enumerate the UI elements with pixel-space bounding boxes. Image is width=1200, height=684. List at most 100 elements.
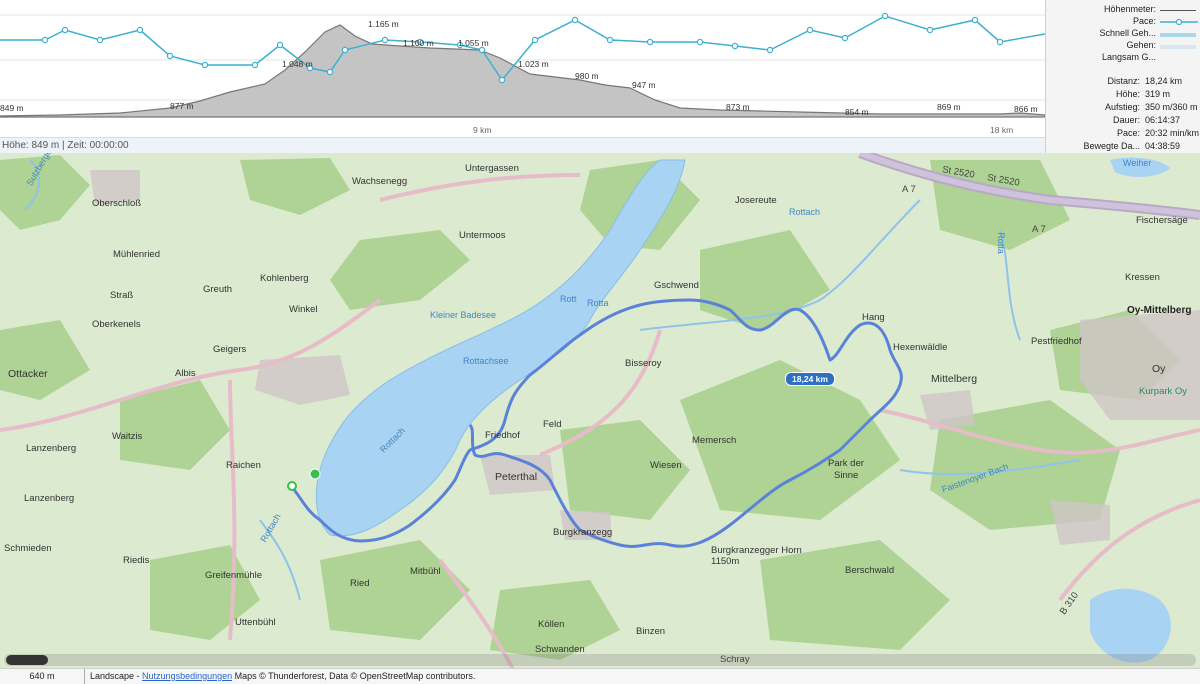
place-label: Greifenmühle xyxy=(205,570,263,581)
fast-walk-swatch xyxy=(1160,33,1196,37)
place-label: Wachsenegg xyxy=(352,176,408,187)
walk-swatch xyxy=(1160,45,1196,49)
water-label: Weiher xyxy=(1123,158,1152,168)
place-label: Gschwend xyxy=(654,280,699,291)
place-label: Kressen xyxy=(1125,272,1160,283)
base-label: 877 m xyxy=(170,101,194,111)
place-label: 1150m xyxy=(711,556,740,567)
start-marker-icon xyxy=(309,468,321,480)
stat-label: Distanz: xyxy=(1107,76,1140,86)
water-label: Rotta xyxy=(587,298,609,308)
peak-label: 980 m xyxy=(575,71,599,81)
peak-label: 1.023 m xyxy=(518,59,549,69)
elevation-profile[interactable]: 1.165 m 1.100 m 1.055 m 1.023 m 980 m 94… xyxy=(0,0,1045,153)
stat-value: 20:32 min/km xyxy=(1145,128,1200,138)
legend-fast-walk[interactable]: Schnell Geh... xyxy=(1046,28,1200,40)
place-label: Kohlenberg xyxy=(260,273,309,284)
stats-panel: Höhenmeter: Pace: Schnell Geh... Gehen: … xyxy=(1045,0,1200,153)
water-label: Rotta xyxy=(995,232,1006,254)
distance-tick: 18 km xyxy=(990,125,1014,135)
legend-label: Pace: xyxy=(1132,16,1156,26)
place-label: Binzen xyxy=(636,626,666,637)
place-label: Riedis xyxy=(123,555,150,566)
place-label: Mittelberg xyxy=(931,373,978,385)
place-label: Mühlenried xyxy=(113,249,160,260)
place-label: Park der xyxy=(828,458,864,469)
base-label: 849 m xyxy=(0,103,24,113)
peak-label: 1.055 m xyxy=(458,38,489,48)
stat-duration: Dauer: 06:14:37 xyxy=(1046,115,1200,127)
water-label: Rottachsee xyxy=(463,356,509,366)
place-label: Straß xyxy=(110,290,134,301)
legend-label: Gehen: xyxy=(1126,40,1156,50)
water-label: Rott xyxy=(560,294,577,304)
stat-value: 04:38:59 xyxy=(1145,141,1181,151)
place-label: Berschwald xyxy=(845,565,895,576)
map-footer: 640 m Landscape - Nutzungsbedingungen Ma… xyxy=(0,668,1200,684)
stat-altitude: Höhe: 319 m xyxy=(1046,89,1200,101)
place-label: Ottacker xyxy=(8,368,48,380)
place-label: Untermoos xyxy=(459,230,506,241)
water-label: Kleiner Badesee xyxy=(430,310,497,320)
place-label: Lanzenberg xyxy=(24,493,75,504)
peak-label: 1.100 m xyxy=(403,38,434,48)
place-label: Fischersäge xyxy=(1136,215,1188,226)
place-label: Raichen xyxy=(226,460,261,471)
legend-slow-walk[interactable]: Langsam G... xyxy=(1046,52,1200,64)
base-label: 866 m xyxy=(1014,104,1038,114)
stat-value: 319 m xyxy=(1145,89,1171,99)
place-label: Ried xyxy=(350,578,370,589)
attribution: Landscape - Nutzungsbedingungen Maps © T… xyxy=(90,669,475,684)
place-label: Sinne xyxy=(834,470,859,481)
stat-label: Dauer: xyxy=(1112,115,1140,125)
peak-label: 1.165 m xyxy=(368,19,399,29)
peak-label: 947 m xyxy=(632,80,656,90)
elevation-area xyxy=(0,24,1045,118)
place-label: Schmieden xyxy=(4,543,52,554)
terms-link[interactable]: Nutzungsbedingungen xyxy=(142,671,232,681)
scrollbar-thumb[interactable] xyxy=(6,655,48,665)
legend-label: Höhenmeter: xyxy=(1103,4,1156,14)
stat-moving-time: Bewegte Da... 04:38:59 xyxy=(1046,141,1200,153)
place-label: Oberschloß xyxy=(92,198,142,209)
end-marker-icon xyxy=(287,481,297,491)
stat-label: Aufstieg: xyxy=(1104,102,1140,112)
distance-tick: 9 km xyxy=(473,125,492,135)
stat-value: 350 m/360 m xyxy=(1145,102,1198,112)
place-label: Friedhof xyxy=(485,430,520,441)
road-label: A 7 xyxy=(1032,224,1046,235)
stat-ascent: Aufstieg: 350 m/360 m xyxy=(1046,102,1200,114)
place-label: Oy-Mittelberg xyxy=(1127,305,1192,316)
stat-label: Pace: xyxy=(1116,128,1140,138)
scale-bar: 640 m xyxy=(0,669,85,684)
base-label: 869 m xyxy=(937,102,961,112)
elevation-line-swatch xyxy=(1160,10,1196,11)
place-label: Josereute xyxy=(735,195,777,206)
place-label: Burgkranzegg xyxy=(553,527,613,538)
legend-label: Schnell Geh... xyxy=(1099,28,1156,38)
legend-pace[interactable]: Pace: xyxy=(1046,16,1200,28)
horizontal-scrollbar[interactable] xyxy=(4,654,1196,666)
place-label: Hang xyxy=(862,312,885,323)
place-label: Hexenwäldle xyxy=(893,342,948,353)
attribution-suffix: Maps © Thunderforest, Data © OpenStreetM… xyxy=(232,671,476,681)
place-label: Oy xyxy=(1152,363,1166,375)
place-label: Waitzis xyxy=(112,431,143,442)
place-label: Köllen xyxy=(538,619,565,630)
place-label: Untergassen xyxy=(465,163,519,174)
legend-walk[interactable]: Gehen: xyxy=(1046,40,1200,52)
place-label: Bisseroy xyxy=(625,358,662,369)
legend-elevation[interactable]: Höhenmeter: xyxy=(1046,4,1200,16)
profile-status: Höhe: 849 m | Zeit: 00:00:00 xyxy=(0,137,1045,153)
stat-value: 18,24 km xyxy=(1145,76,1183,86)
attribution-prefix: Landscape - xyxy=(90,671,143,681)
water-label: Rottach xyxy=(789,207,821,217)
peak-label: 1.048 m xyxy=(282,59,313,69)
place-label: Peterthal xyxy=(495,471,538,483)
place-label: Feld xyxy=(543,419,562,430)
stat-distance: Distanz: 18,24 km xyxy=(1046,76,1200,88)
place-label: Albis xyxy=(175,368,196,379)
stat-label: Bewegte Da... xyxy=(1083,141,1140,151)
base-label: 854 m xyxy=(845,107,869,117)
map-view[interactable]: 18,24 km Wachsenegg Untergassen Josereut… xyxy=(0,153,1200,684)
